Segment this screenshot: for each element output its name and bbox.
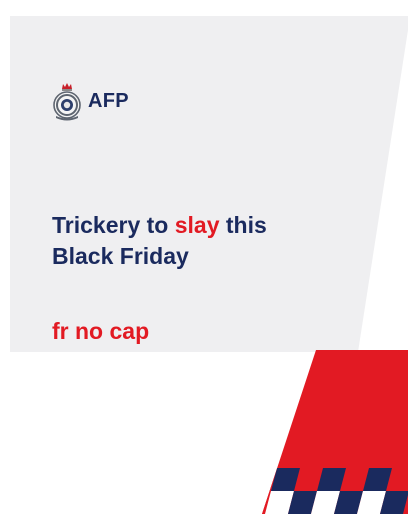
afp-logo: AFP xyxy=(52,80,129,122)
headline-text-part1: Trickery to xyxy=(52,212,175,238)
checker-band xyxy=(262,468,408,514)
headline-line2: Black Friday xyxy=(52,243,189,269)
headline-accent-word: slay xyxy=(174,212,220,238)
subline: fr no cap xyxy=(52,318,150,344)
afp-crest-icon xyxy=(53,83,81,121)
headline: Trickery to slay this Black Friday xyxy=(52,210,352,272)
gray-panel xyxy=(10,16,408,352)
headline-text-part2: this xyxy=(219,212,267,238)
ad-banner: AFP Trickery to slay this Black Friday f… xyxy=(0,0,408,514)
logo-wordmark: AFP xyxy=(88,89,129,112)
